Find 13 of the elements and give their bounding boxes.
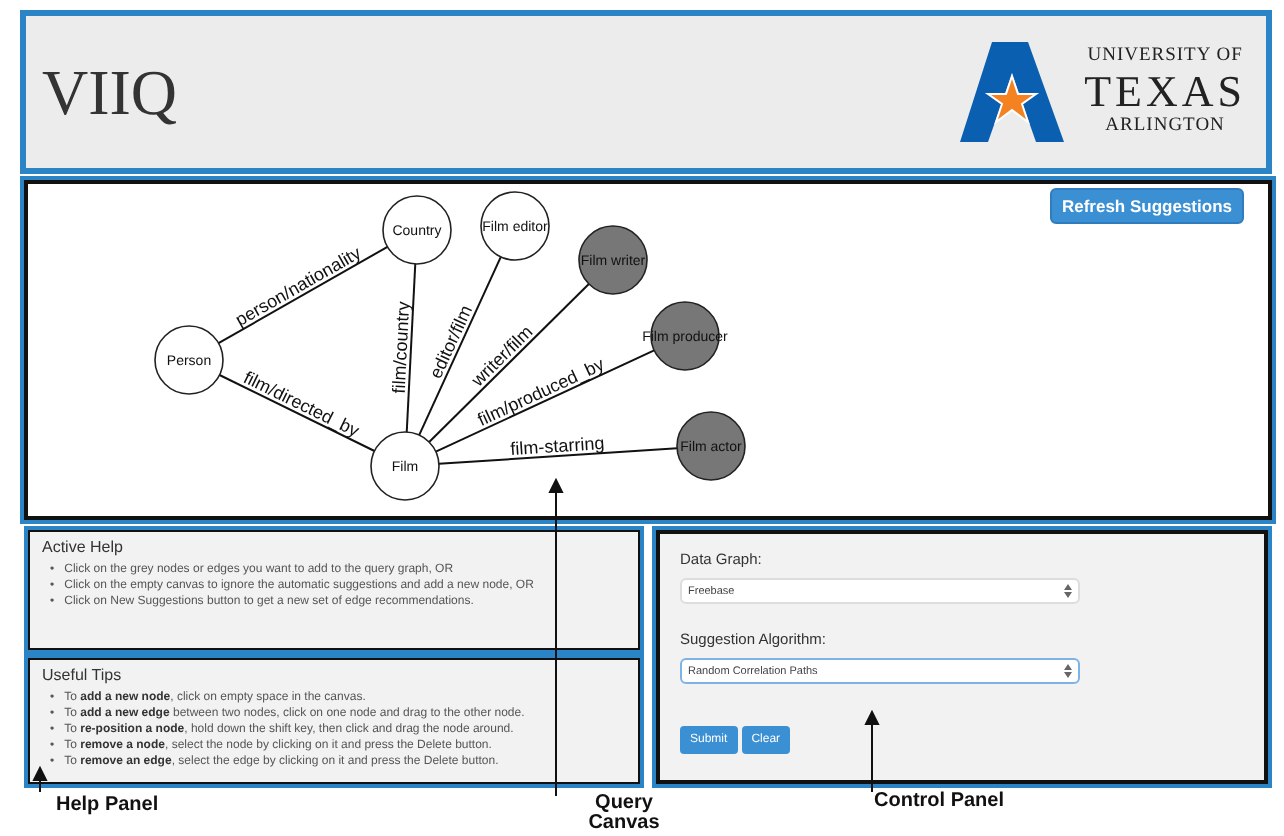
panel-heading: Active Help <box>42 538 125 556</box>
logo-text: ARLINGTON <box>1105 114 1225 140</box>
select-arrows-icon <box>1064 664 1072 678</box>
panel-heading: Useful Tips <box>42 666 124 684</box>
select-arrows-icon <box>1064 584 1072 598</box>
callout-label: Help Panel <box>56 796 159 816</box>
logo-text: TEXAS <box>1084 70 1246 114</box>
university-logo-icon <box>960 42 1065 142</box>
callout-label: Query Canvas <box>586 794 662 834</box>
callout-label: Control Panel <box>874 792 1005 812</box>
logo-text: UNIVERSITY OF <box>1087 44 1243 70</box>
app-title: VIIQ <box>42 55 178 129</box>
labeled-edge[interactable]: film/country <box>388 262 417 434</box>
